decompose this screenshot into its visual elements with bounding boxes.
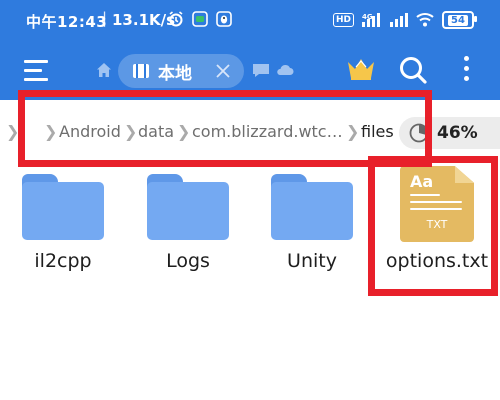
- folder-icon: [147, 174, 229, 240]
- status-right-group: HD 4G 54: [332, 11, 477, 29]
- home-icon[interactable]: [96, 62, 112, 78]
- close-tab-icon[interactable]: [214, 62, 232, 80]
- folder-item[interactable]: Logs: [136, 174, 240, 272]
- signal-4g-icon: 4G: [362, 13, 380, 27]
- hamburger-menu-icon[interactable]: [24, 60, 48, 87]
- cloud-icon[interactable]: [276, 64, 294, 76]
- local-storage-icon: [133, 64, 149, 78]
- crown-icon[interactable]: [346, 56, 376, 82]
- item-name: Unity: [287, 250, 337, 272]
- alarm-icon: [169, 11, 183, 27]
- status-separator: |: [102, 9, 108, 27]
- folder-item[interactable]: il2cpp: [11, 174, 115, 272]
- tab-label: 本地: [158, 63, 192, 84]
- folder-icon: [22, 174, 104, 240]
- qq-icon: [216, 11, 232, 27]
- network-speed: 13.1K/s: [112, 11, 176, 29]
- wifi-icon: [416, 13, 434, 27]
- more-vertical-icon[interactable]: [464, 56, 469, 86]
- battery-level: 54: [448, 14, 468, 26]
- folder-icon: [271, 174, 353, 240]
- chat-icon[interactable]: [252, 62, 270, 78]
- battery-indicator: 54: [442, 11, 477, 29]
- app-notification-icon: [192, 11, 208, 27]
- item-name: Logs: [166, 250, 210, 272]
- signal-bars-icon: [390, 13, 408, 27]
- item-name: il2cpp: [34, 250, 92, 272]
- folder-item[interactable]: Unity: [260, 174, 364, 272]
- highlight-box-file: [368, 156, 498, 296]
- status-time: 中午12:43: [26, 13, 108, 31]
- tab-local[interactable]: 本地: [118, 54, 244, 88]
- search-icon[interactable]: [398, 55, 428, 85]
- status-bar: 中午12:43 | 13.1K/s HD 4G 54: [0, 0, 500, 40]
- app-bar: 中午12:43 | 13.1K/s HD 4G 54 本地: [0, 0, 500, 100]
- storage-percent: 46%: [437, 123, 478, 143]
- hd-badge: HD: [332, 13, 354, 27]
